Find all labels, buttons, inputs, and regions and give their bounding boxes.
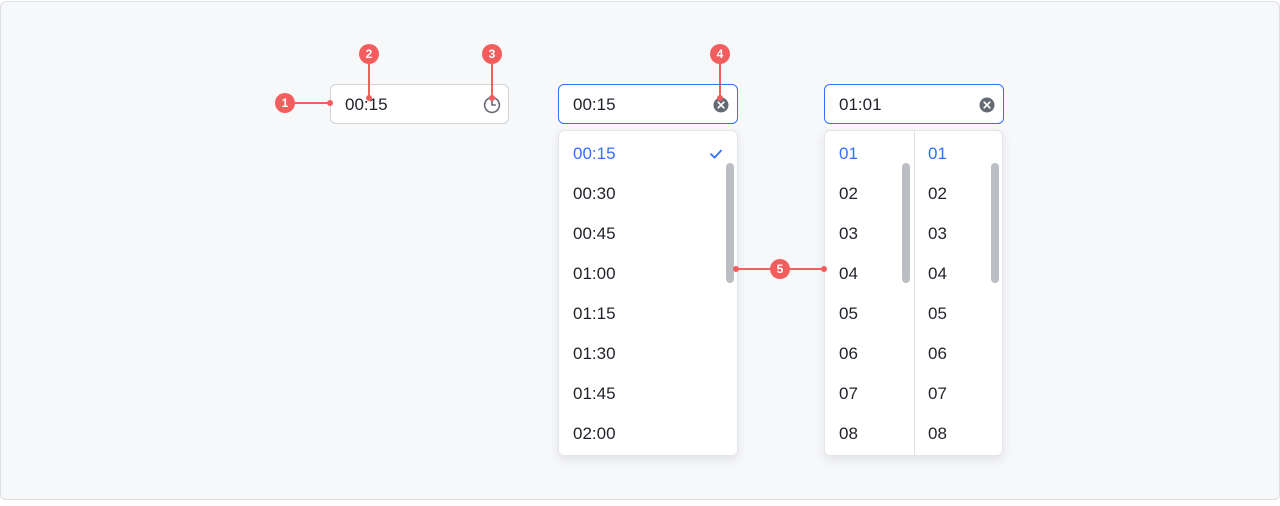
time-option[interactable]: 00:15 <box>573 134 713 174</box>
clear-icon[interactable] <box>978 96 996 114</box>
marker-5: 5 <box>770 259 790 279</box>
minute-option[interactable]: 08 <box>928 414 988 454</box>
marker-1-anchor <box>327 100 333 106</box>
hour-scrollbar[interactable] <box>902 163 910 283</box>
time-option[interactable]: 01:15 <box>573 294 713 334</box>
minute-option[interactable]: 07 <box>928 374 988 414</box>
check-icon <box>710 149 722 159</box>
time-option[interactable]: 01:00 <box>573 254 713 294</box>
time-option[interactable]: 00:45 <box>573 214 713 254</box>
hour-option[interactable]: 06 <box>839 334 899 374</box>
minute-option[interactable]: 05 <box>928 294 988 334</box>
marker-5-anchor-right <box>821 266 827 272</box>
marker-3-leader <box>491 64 493 98</box>
hour-option[interactable]: 02 <box>839 174 899 214</box>
marker-2-anchor <box>366 95 372 101</box>
marker-5-anchor-left <box>733 266 739 272</box>
time-option[interactable]: 01:45 <box>573 374 713 414</box>
marker-1-leader <box>295 102 329 104</box>
marker-1: 1 <box>275 93 295 113</box>
marker-2: 2 <box>359 44 379 64</box>
hour-option[interactable]: 08 <box>839 414 899 454</box>
marker-2-leader <box>368 64 370 98</box>
minute-option[interactable]: 03 <box>928 214 988 254</box>
time-option[interactable]: 02:00 <box>573 414 713 454</box>
list-scrollbar[interactable] <box>726 163 734 283</box>
marker-4: 4 <box>710 44 730 64</box>
time-value: 01:01 <box>839 95 882 114</box>
minute-option[interactable]: 02 <box>928 174 988 214</box>
hour-option[interactable]: 01 <box>839 134 899 174</box>
time-input-default[interactable]: 00:15 <box>330 84 509 124</box>
column-divider <box>914 131 915 455</box>
minute-scrollbar[interactable] <box>991 163 999 283</box>
time-input-columns[interactable]: 01:01 <box>824 84 1004 124</box>
time-input-list[interactable]: 00:15 <box>558 84 738 124</box>
marker-3-anchor <box>489 95 495 101</box>
hour-option[interactable]: 03 <box>839 214 899 254</box>
time-columns-dropdown: 01 02 03 04 05 06 07 08 01 02 03 04 05 06 07 08 <box>824 130 1003 456</box>
time-option[interactable]: 00:30 <box>573 174 713 214</box>
time-value: 00:15 <box>573 95 616 114</box>
marker-4-anchor <box>717 95 723 101</box>
minute-option[interactable]: 04 <box>928 254 988 294</box>
minute-option[interactable]: 01 <box>928 134 988 174</box>
marker-3: 3 <box>482 44 502 64</box>
hour-option[interactable]: 07 <box>839 374 899 414</box>
time-option[interactable]: 01:30 <box>573 334 713 374</box>
marker-4-leader <box>719 64 721 98</box>
minute-option[interactable]: 06 <box>928 334 988 374</box>
time-list-dropdown: 00:15 00:30 00:45 01:00 01:15 01:30 01:45 02:00 <box>558 130 738 456</box>
hour-option[interactable]: 05 <box>839 294 899 334</box>
hour-option[interactable]: 04 <box>839 254 899 294</box>
